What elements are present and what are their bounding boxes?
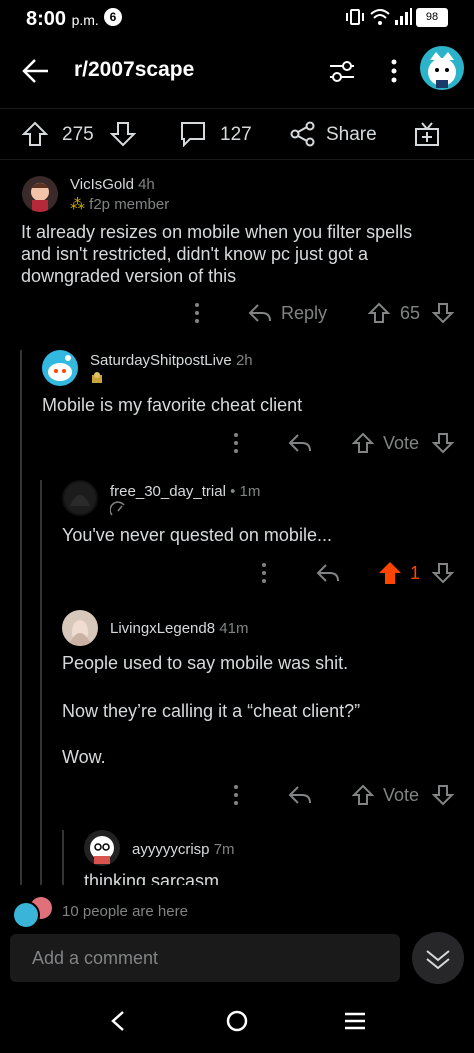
presence-count: 10 people are here bbox=[62, 903, 188, 920]
post-score: 275 bbox=[62, 124, 94, 145]
comment-body: thinking sarcasm bbox=[84, 871, 220, 885]
upvote-icon[interactable] bbox=[352, 784, 374, 806]
filter-sliders-icon[interactable] bbox=[328, 58, 356, 84]
vote-label: Vote bbox=[383, 433, 420, 453]
nav-back-icon[interactable] bbox=[110, 1010, 126, 1032]
more-options-icon[interactable] bbox=[232, 784, 240, 806]
back-arrow-icon[interactable] bbox=[22, 58, 50, 84]
chevron-down-icon bbox=[425, 946, 451, 972]
downvote-icon[interactable] bbox=[432, 432, 454, 454]
comment-username[interactable]: LivingxLegend8 bbox=[110, 620, 215, 637]
downvote-icon[interactable] bbox=[432, 784, 454, 806]
comment-meta: LivingxLegend8 41m bbox=[110, 620, 249, 637]
comment-username[interactable]: ayyyyycrisp bbox=[132, 841, 210, 858]
more-options-icon[interactable] bbox=[193, 302, 201, 324]
battery-indicator: 98 bbox=[416, 8, 448, 27]
reply-button[interactable]: Reply bbox=[281, 303, 327, 324]
more-options-icon[interactable] bbox=[232, 432, 240, 454]
downvote-icon[interactable] bbox=[432, 562, 454, 584]
comment-count: 127 bbox=[220, 124, 252, 145]
comment-score: 1 bbox=[410, 563, 421, 583]
award-gift-icon[interactable] bbox=[414, 121, 440, 147]
status-time: 8:00 p.m. bbox=[26, 8, 99, 30]
comment-placeholder: Add a comment bbox=[32, 948, 159, 968]
app-header: r/2007scape bbox=[0, 44, 474, 100]
vote-label: Vote bbox=[383, 785, 420, 805]
upvote-icon[interactable] bbox=[368, 302, 390, 324]
comment-score: 65 bbox=[400, 303, 421, 323]
more-options-icon[interactable] bbox=[260, 562, 268, 584]
user-avatar[interactable] bbox=[420, 46, 464, 90]
comment-meta: ayyyyycrisp 7m bbox=[132, 841, 235, 858]
upvote-icon[interactable] bbox=[22, 121, 48, 147]
comment-meta: VicIsGold 4h bbox=[70, 176, 155, 193]
comment-bubble-icon[interactable] bbox=[180, 121, 206, 147]
vibrate-icon bbox=[346, 9, 364, 25]
share-icon[interactable] bbox=[290, 121, 316, 147]
status-bar: 8:00 p.m. 6 98 bbox=[0, 0, 474, 36]
comment-avatar[interactable] bbox=[42, 350, 78, 386]
collapse-button[interactable] bbox=[412, 932, 464, 984]
user-flair: ⁂ f2p member bbox=[70, 196, 170, 213]
comment-body-p3: Wow. bbox=[62, 747, 106, 767]
flair-icon bbox=[110, 501, 126, 517]
comment-meta: SaturdayShitpostLive 2h bbox=[90, 352, 253, 369]
comment-avatar[interactable] bbox=[22, 176, 58, 212]
comment-body-clip: thinking sarcasm bbox=[84, 870, 219, 885]
flair-icon bbox=[90, 371, 104, 385]
comment-username[interactable]: SaturdayShitpostLive bbox=[90, 352, 232, 369]
comment-body-p2: Now they’re calling it a “cheat client?” bbox=[62, 701, 361, 721]
flair-icon: ⁂ bbox=[70, 196, 85, 213]
downvote-icon[interactable] bbox=[110, 121, 136, 147]
comment-username[interactable]: VicIsGold bbox=[70, 176, 134, 193]
wifi-icon bbox=[370, 8, 390, 26]
reply-icon[interactable] bbox=[288, 432, 312, 454]
nav-recents-icon[interactable] bbox=[344, 1011, 366, 1031]
share-button[interactable]: Share bbox=[326, 124, 377, 146]
comment-username[interactable]: free_30_day_trial bbox=[110, 483, 226, 500]
presence-avatar bbox=[12, 901, 40, 929]
comment-avatar[interactable] bbox=[62, 610, 98, 646]
subreddit-title[interactable]: r/2007scape bbox=[74, 58, 194, 82]
comment-meta: free_30_day_trial • 1m bbox=[110, 483, 261, 500]
notification-badge: 6 bbox=[104, 8, 122, 26]
upvote-active-icon[interactable] bbox=[378, 561, 402, 585]
comment-avatar[interactable] bbox=[84, 830, 120, 866]
more-options-icon[interactable] bbox=[390, 58, 398, 84]
add-comment-field[interactable]: Add a comment bbox=[10, 934, 400, 982]
comment-body-p1: People used to say mobile was shit. bbox=[62, 653, 349, 673]
reply-icon[interactable] bbox=[248, 302, 272, 324]
reply-icon[interactable] bbox=[288, 784, 312, 806]
nav-home-icon[interactable] bbox=[226, 1010, 248, 1032]
comment-body: Mobile is my favorite cheat client bbox=[42, 395, 303, 415]
comment-body: You've never quested on mobile... bbox=[62, 525, 332, 545]
reply-icon[interactable] bbox=[316, 562, 340, 584]
thread-line[interactable] bbox=[62, 830, 64, 885]
thread-line[interactable] bbox=[40, 480, 42, 885]
post-action-bar: 275 127 Share bbox=[0, 108, 474, 160]
downvote-icon[interactable] bbox=[432, 302, 454, 324]
comment-body: It already resizes on mobile when you fi… bbox=[21, 222, 413, 286]
thread-line[interactable] bbox=[20, 350, 22, 885]
upvote-icon[interactable] bbox=[352, 432, 374, 454]
signal-icon bbox=[394, 6, 412, 26]
comment-avatar[interactable] bbox=[62, 480, 98, 516]
